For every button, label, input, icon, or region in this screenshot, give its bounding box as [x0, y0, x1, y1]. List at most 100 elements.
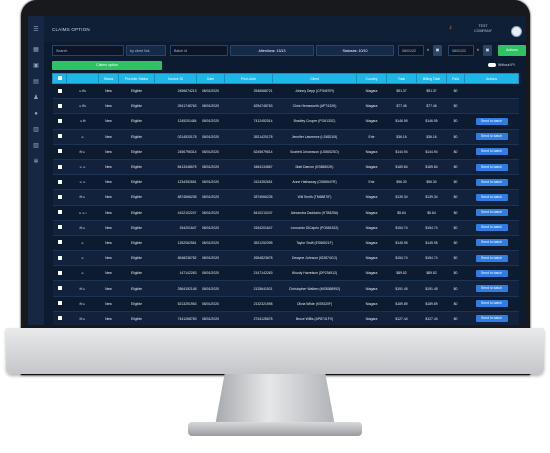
column-header-client[interactable]: Client: [272, 73, 357, 84]
row-checkbox[interactable]: [57, 270, 62, 275]
send-to-batch-button[interactable]: Send to batch: [475, 300, 508, 308]
claims-icon[interactable]: ▣: [32, 62, 40, 70]
column-header[interactable]: [66, 73, 99, 84]
column-header-prior-auth[interactable]: Prior-Auth: [224, 73, 273, 84]
table-row[interactable]: ☺☺♪ New Eligible 4102102247 08/01/2020 841021…: [52, 205, 519, 221]
row-checkbox[interactable]: [57, 164, 62, 169]
search-input[interactable]: Search: [52, 45, 124, 56]
select-all-checkbox-header[interactable]: [52, 73, 67, 84]
row-prior-auth[interactable]: 6245679614: [224, 144, 273, 160]
send-to-batch-button[interactable]: Send to batch: [475, 117, 508, 125]
bell-icon[interactable]: ♪: [449, 25, 452, 31]
column-header-status[interactable]: Status: [98, 73, 119, 84]
row-checkbox-cell[interactable]: [52, 250, 67, 267]
column-header-total[interactable]: Total: [386, 73, 417, 84]
row-checkbox[interactable]: [57, 316, 62, 321]
table-row[interactable]: ☺✉ New Eligible 1245201484 08/01/2020 7412452…: [52, 113, 519, 130]
column-header-provider-status[interactable]: Provider Status: [118, 73, 155, 84]
row-invoice-id[interactable]: 1245201484: [154, 113, 197, 130]
table-row[interactable]: ✉☺ New Eligible 5213251963 08/01/2020 2132321…: [52, 296, 519, 312]
actions-button[interactable]: Actions: [498, 45, 526, 56]
row-checkbox-cell[interactable]: [52, 144, 67, 160]
table-row[interactable]: ✉☺ New Eligible 2456796314 08/01/2020 6245679…: [52, 144, 519, 160]
row-checkbox-cell[interactable]: [52, 174, 67, 191]
clear-date-to-icon[interactable]: ✕: [474, 45, 482, 56]
send-to-batch-button[interactable]: Send to batch: [475, 254, 508, 262]
send-to-batch-button[interactable]: Send to batch: [475, 148, 508, 156]
row-prior-auth[interactable]: 3521252095: [224, 235, 273, 252]
calendar-to-icon[interactable]: ▦: [483, 45, 492, 56]
row-prior-auth[interactable]: 2874566235: [224, 189, 273, 206]
row-prior-auth[interactable]: 8410210247: [224, 205, 273, 221]
row-checkbox-cell[interactable]: [52, 220, 67, 236]
client-link-select[interactable]: by client link: [126, 45, 166, 56]
row-prior-auth[interactable]: 3124352651: [224, 174, 273, 191]
row-checkbox-cell[interactable]: [52, 113, 67, 130]
attentions-select[interactable]: Attentions: 13/13: [230, 45, 314, 56]
row-invoice-id[interactable]: 2456796314: [154, 144, 197, 160]
send-to-batch-button[interactable]: Send to batch: [475, 269, 508, 277]
table-row[interactable]: ✉☺ New Eligible 6874566235 08/01/2020 2874566…: [52, 189, 519, 206]
row-checkbox-cell[interactable]: [52, 189, 67, 206]
table-row[interactable]: ✉☺ New Eligible 7441268783 08/01/2020 2744128…: [52, 311, 519, 325]
row-checkbox[interactable]: [57, 286, 62, 291]
row-invoice-id[interactable]: 8413348675: [154, 159, 197, 176]
without-ipi-toggle[interactable]: Without IPI: [488, 63, 515, 68]
send-to-batch-button[interactable]: Send to batch: [475, 133, 508, 141]
row-checkbox-cell[interactable]: [52, 311, 67, 325]
clear-date-from-icon[interactable]: ✕: [424, 45, 432, 56]
send-to-batch-button[interactable]: Send to batch: [475, 285, 508, 293]
row-checkbox[interactable]: [57, 225, 62, 230]
row-checkbox[interactable]: [57, 255, 62, 260]
row-invoice-id[interactable]: 4102102247: [154, 205, 197, 221]
settings-icon[interactable]: ✻: [32, 158, 40, 166]
row-invoice-id[interactable]: 6874566235: [154, 189, 197, 206]
statuses-select[interactable]: Statuses: 10/10: [316, 45, 394, 56]
table-row[interactable]: ☺☺ New Eligible 1234352651 08/01/2020 3124352…: [52, 174, 519, 191]
send-to-batch-button[interactable]: Send to batch: [475, 178, 508, 186]
table-row[interactable]: ☺✉♪ New Eligible 2541748763 08/01/2020 625474…: [52, 98, 519, 115]
row-checkbox[interactable]: [57, 103, 62, 108]
send-to-batch-button[interactable]: Send to batch: [475, 315, 508, 323]
column-header-billing-total[interactable]: Billing Total: [416, 73, 447, 84]
row-prior-auth[interactable]: 2546568721: [224, 83, 273, 100]
row-prior-auth[interactable]: 3154201647: [224, 220, 273, 236]
send-to-batch-button[interactable]: Send to batch: [475, 193, 508, 201]
row-prior-auth[interactable]: 3484134867: [224, 159, 273, 176]
row-invoice-id[interactable]: 147142263: [154, 265, 197, 282]
date-to-input[interactable]: 08/01/22: [448, 45, 474, 56]
row-checkbox-cell[interactable]: [52, 265, 67, 282]
send-to-batch-button[interactable]: Send to batch: [475, 209, 508, 217]
row-checkbox-cell[interactable]: [52, 280, 67, 297]
row-invoice-id[interactable]: 2541748763: [154, 98, 197, 115]
send-to-batch-button[interactable]: Send to batch: [475, 224, 508, 232]
row-prior-auth[interactable]: 2654823678: [224, 250, 273, 267]
table-row[interactable]: ☺ New Eligible 147142263 08/01/2020 214714226…: [52, 265, 519, 282]
row-invoice-id[interactable]: 2456674213: [154, 83, 197, 100]
table-row[interactable]: ✉☺ New Eligible 154201647 08/01/2020 31542016…: [52, 220, 519, 236]
table-row[interactable]: ☺☺ New Eligible 8413348675 08/01/2020 3484134…: [52, 159, 519, 176]
table-row[interactable]: ☺ New Eligible 0214520178 08/01/2020 35214201…: [52, 129, 519, 145]
row-checkbox[interactable]: [57, 210, 62, 215]
calendar-from-icon[interactable]: ▦: [433, 45, 442, 56]
row-prior-auth[interactable]: 3521420178: [224, 129, 273, 145]
row-checkbox[interactable]: [57, 149, 62, 154]
row-prior-auth[interactable]: 2744128678: [224, 311, 273, 325]
row-invoice-id[interactable]: 5213251963: [154, 296, 197, 312]
row-checkbox[interactable]: [57, 240, 62, 245]
table-row[interactable]: ☺ New Eligible 6548236782 08/01/2020 26548236…: [52, 250, 519, 267]
row-prior-auth[interactable]: 2147142263: [224, 265, 273, 282]
row-checkbox-cell[interactable]: [52, 98, 67, 115]
menu-icon[interactable]: ☰: [32, 26, 40, 34]
row-invoice-id[interactable]: 1252062561: [154, 235, 197, 252]
row-checkbox-cell[interactable]: [52, 235, 67, 252]
avatar[interactable]: [511, 26, 522, 37]
row-checkbox-cell[interactable]: [52, 129, 67, 145]
column-header-invoice-id[interactable]: Invoice ID: [154, 73, 197, 84]
row-checkbox-cell[interactable]: [52, 83, 67, 100]
batch-id-input[interactable]: Batch id: [170, 45, 228, 56]
row-invoice-id[interactable]: 1234352651: [154, 174, 197, 191]
dashboard-icon[interactable]: ▦: [32, 46, 40, 54]
send-to-batch-button[interactable]: Send to batch: [475, 163, 508, 171]
row-invoice-id[interactable]: 2564152148: [154, 280, 197, 297]
